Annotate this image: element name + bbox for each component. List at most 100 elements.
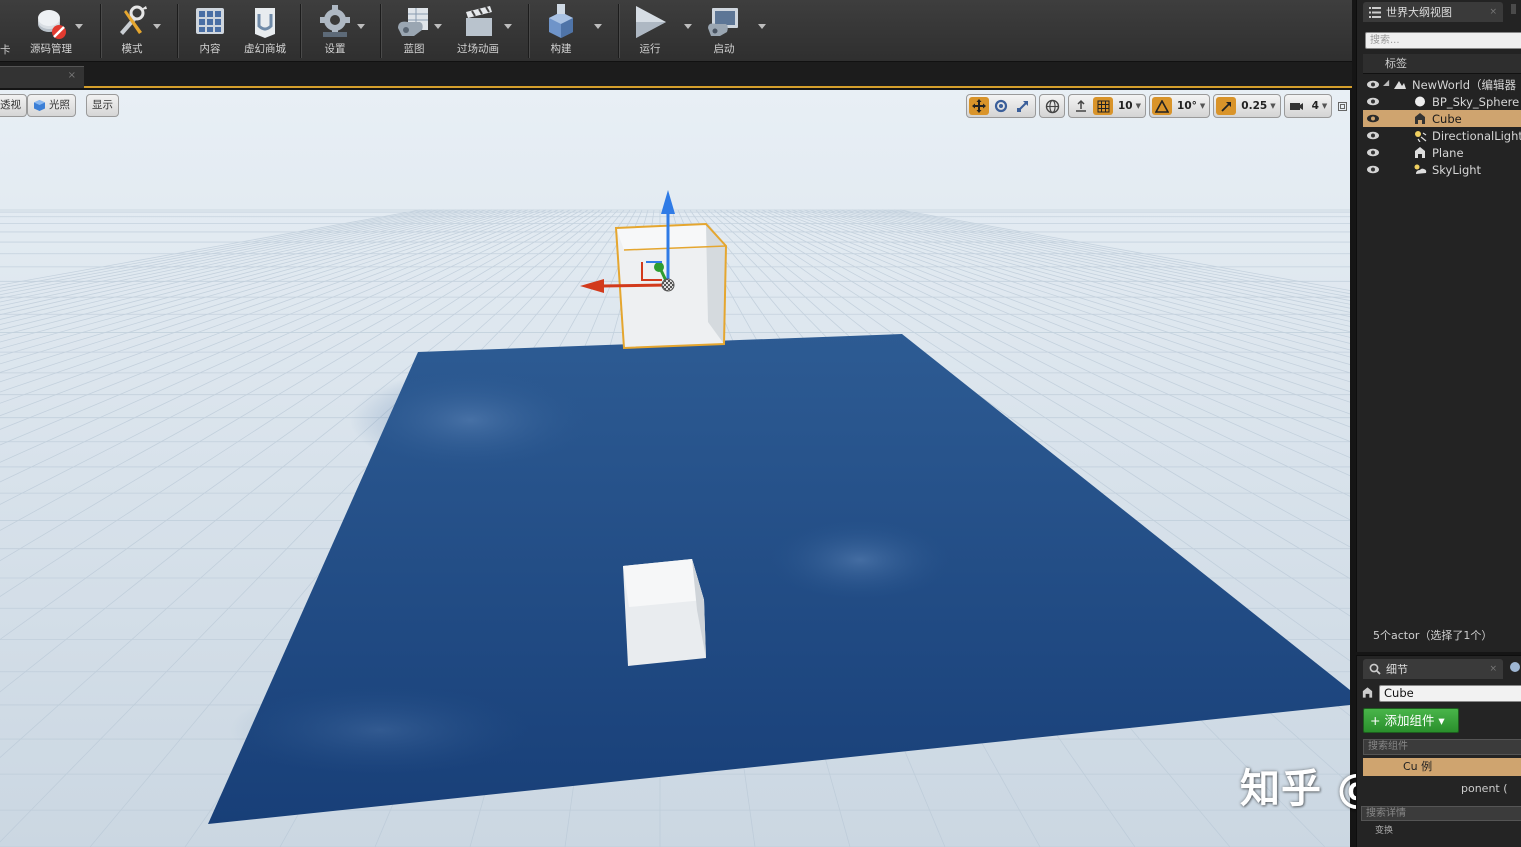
outliner-row-label: SkyLight: [1432, 162, 1482, 177]
marketplace-button[interactable]: 虚幻商城: [238, 2, 292, 60]
outliner-row-cube[interactable]: Cube: [1363, 110, 1521, 127]
blueprint-dropdown-arrow[interactable]: [434, 24, 442, 29]
details-tab-label: 细节: [1386, 663, 1408, 676]
visibility-eye-icon[interactable]: [1366, 113, 1380, 124]
scale-snap-value[interactable]: 0.25: [1238, 100, 1270, 112]
clapperboard-icon: [466, 6, 492, 36]
rotate-icon: [994, 99, 1008, 113]
scale-snap-group: 0.25 ▼: [1213, 94, 1281, 118]
rotation-snap-value[interactable]: 10°: [1174, 100, 1200, 112]
outliner-row-bp-sky-sphere[interactable]: BP_Sky_Sphere: [1363, 93, 1521, 110]
surface-snap-button[interactable]: [1071, 97, 1091, 115]
expand-arrow-icon[interactable]: ◢: [1383, 78, 1389, 87]
level-tab[interactable]: ×: [0, 66, 84, 88]
cinematics-button[interactable]: 过场动画: [452, 2, 504, 60]
component-row-mesh[interactable]: ponent (: [1363, 780, 1521, 798]
lit-cube-icon: [34, 100, 45, 111]
show-flags-button[interactable]: 显示: [86, 94, 119, 117]
launch-dropdown-arrow[interactable]: [758, 24, 766, 29]
globe-icon: [1045, 99, 1059, 113]
rotate-tool-button[interactable]: [991, 97, 1011, 115]
world-space-button[interactable]: [1042, 97, 1062, 115]
marketplace-label: 虚幻商城: [244, 43, 286, 55]
translate-tool-button[interactable]: [969, 97, 989, 115]
grid-snap-value[interactable]: 10: [1115, 100, 1136, 112]
lit-mode-label: 光照: [49, 99, 70, 111]
content-button[interactable]: 内容: [188, 2, 232, 60]
sphere-icon: [1415, 96, 1425, 107]
launch-button[interactable]: 启动: [702, 2, 746, 60]
toolbar-separator: [380, 4, 381, 58]
angle-icon: [1155, 99, 1170, 113]
visibility-eye-icon[interactable]: [1366, 147, 1380, 158]
gizmo-center-handle[interactable]: [661, 278, 675, 292]
blueprint-button[interactable]: 蓝图: [392, 2, 436, 60]
transform-category-label[interactable]: 变换: [1375, 823, 1393, 836]
build-dropdown-arrow[interactable]: [594, 24, 602, 29]
lower-cube-mesh[interactable]: [623, 559, 706, 666]
world-outliner-tab[interactable]: 世界大纲视图 ×: [1363, 2, 1503, 22]
grid-icon: [1097, 100, 1109, 112]
modes-label: 模式: [121, 43, 143, 55]
outliner-row-newworld[interactable]: ◢ NewWorld（编辑器: [1363, 76, 1521, 93]
visibility-eye-icon[interactable]: [1366, 96, 1380, 107]
chevron-down-icon[interactable]: ▼: [1200, 102, 1205, 110]
outliner-search-input[interactable]: 搜索...: [1365, 32, 1521, 49]
visibility-eye-icon[interactable]: [1366, 79, 1380, 90]
options-chevron-icon[interactable]: [1511, 4, 1516, 14]
toolbar-separator: [300, 4, 301, 58]
play-button[interactable]: 运行: [628, 2, 672, 60]
chevron-down-icon[interactable]: ▼: [1136, 102, 1141, 110]
blueprint-icon: [398, 8, 428, 36]
modes-dropdown-arrow[interactable]: [153, 24, 161, 29]
visibility-eye-icon[interactable]: [1366, 130, 1380, 141]
modes-button[interactable]: 模式: [108, 2, 156, 60]
chevron-down-icon[interactable]: ▼: [1322, 102, 1327, 110]
actor-name-field[interactable]: Cube: [1379, 685, 1521, 702]
visibility-eye-icon[interactable]: [1366, 164, 1380, 175]
camera-speed-value[interactable]: 4: [1309, 100, 1322, 112]
surface-snap-icon: [1076, 99, 1086, 112]
add-component-button[interactable]: + 添加组件 ▾: [1363, 708, 1459, 733]
perspective-view-button[interactable]: 透视: [0, 94, 27, 117]
outliner-column-header[interactable]: 标签: [1363, 54, 1521, 74]
grid-snap-toggle[interactable]: [1093, 97, 1113, 115]
gizmo-x-handle[interactable]: [654, 262, 664, 272]
close-icon[interactable]: ×: [1489, 7, 1497, 17]
details-tab[interactable]: 细节 ×: [1363, 659, 1503, 679]
sky-light-icon: [1414, 164, 1427, 174]
camera-speed-group: 4 ▼: [1283, 94, 1333, 118]
component-row-root[interactable]: Cu 例: [1363, 758, 1521, 776]
directional-light-icon: [1415, 131, 1427, 142]
level-viewport[interactable]: 透视 光照 显示 10 ▼ 10° ▼ 0.25 ▼ 4 ▼: [0, 90, 1350, 847]
close-icon[interactable]: ×: [1489, 664, 1497, 674]
lock-toggle-icon[interactable]: [1509, 661, 1521, 673]
scale-snap-toggle[interactable]: [1216, 97, 1237, 115]
outliner-row-plane[interactable]: Plane: [1363, 144, 1521, 161]
viewport-scene[interactable]: [0, 90, 1350, 847]
close-icon[interactable]: ×: [68, 70, 76, 81]
build-button[interactable]: 构建: [540, 2, 582, 60]
chevron-down-icon[interactable]: ▼: [1270, 102, 1275, 110]
world-icon: [1394, 81, 1406, 89]
outliner-row-directional-light[interactable]: DirectionalLight: [1363, 127, 1521, 144]
rotation-snap-group: 10° ▼: [1149, 94, 1211, 118]
scale-tool-button[interactable]: [1013, 97, 1033, 115]
settings-button[interactable]: 设置: [312, 2, 358, 60]
component-search-input[interactable]: 搜索组件: [1363, 739, 1521, 755]
plane-reflection: [230, 685, 530, 775]
static-mesh-icon: [1415, 113, 1425, 124]
play-dropdown-arrow[interactable]: [684, 24, 692, 29]
source-control-button[interactable]: 源码管理: [24, 2, 78, 60]
lit-mode-button[interactable]: 光照: [27, 94, 76, 117]
rotation-snap-toggle[interactable]: [1152, 97, 1173, 115]
maximize-viewport-button[interactable]: [1335, 94, 1349, 118]
settings-dropdown-arrow[interactable]: [357, 24, 365, 29]
camera-speed-button[interactable]: [1287, 97, 1307, 115]
outliner-row-skylight[interactable]: SkyLight: [1363, 161, 1521, 178]
details-search-input[interactable]: 搜索详情: [1361, 806, 1521, 821]
source-control-dropdown-arrow[interactable]: [75, 24, 83, 29]
cinematics-dropdown-arrow[interactable]: [504, 24, 512, 29]
blueprint-label: 蓝图: [403, 43, 425, 55]
gizmo-y-axis[interactable]: [601, 283, 669, 288]
